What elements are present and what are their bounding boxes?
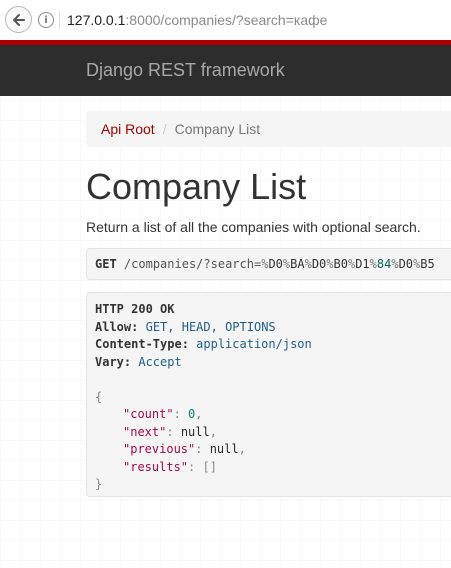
json-close-brace: } bbox=[95, 477, 103, 491]
request-path: /companies/ bbox=[123, 257, 204, 271]
json-comma: , bbox=[238, 442, 246, 456]
request-info: GET /companies/?search=%D0%BA%D0%B0%D1%8… bbox=[86, 248, 451, 280]
json-colon: : bbox=[173, 407, 189, 421]
address-field[interactable]: 127.0.0.1:8000/companies/?search=кафе bbox=[67, 12, 327, 28]
json-colon: : bbox=[195, 442, 210, 456]
url-path: :8000/companies/?search=кафе bbox=[125, 12, 328, 28]
header-value: GET, HEAD, OPTIONS bbox=[145, 319, 276, 334]
json-colon: : bbox=[188, 459, 203, 474]
percent-sign: % bbox=[391, 257, 399, 271]
breadcrumb-current: Company List bbox=[174, 121, 261, 137]
header-value: application/json bbox=[196, 337, 312, 351]
json-key: "next" bbox=[123, 424, 167, 439]
arrow-left-icon bbox=[12, 13, 25, 26]
hex-byte: B0 bbox=[333, 257, 348, 271]
json-key: "previous" bbox=[123, 442, 196, 456]
json-value: null bbox=[209, 442, 239, 456]
json-field-count: "count": 0, bbox=[95, 406, 451, 424]
breadcrumb: Api Root / Company List bbox=[86, 111, 451, 147]
json-comma: , bbox=[209, 424, 217, 439]
navbar: Django REST framework bbox=[0, 40, 451, 96]
request-encoded: %D0%BA%D0%B0%D1%84%D0%B5 bbox=[261, 257, 435, 271]
hex-byte: D1 bbox=[355, 257, 370, 271]
hex-byte: D0 bbox=[311, 257, 327, 271]
json-key: "results" bbox=[123, 459, 189, 474]
back-button[interactable] bbox=[5, 6, 32, 33]
json-field-previous: "previous": null, bbox=[95, 441, 451, 459]
header-name: Allow: bbox=[95, 319, 139, 334]
hex-byte: D0 bbox=[268, 257, 283, 271]
request-method: GET bbox=[95, 257, 117, 271]
json-key: "count" bbox=[123, 407, 174, 421]
json-value: null bbox=[180, 424, 210, 439]
hex-byte: 84 bbox=[376, 257, 392, 271]
json-comma: , bbox=[195, 407, 203, 421]
response-header-allow: Allow: GET, HEAD, OPTIONS bbox=[95, 319, 451, 337]
percent-sign: % bbox=[326, 257, 334, 271]
percent-sign: % bbox=[304, 257, 312, 271]
header-name: Content-Type: bbox=[95, 337, 189, 351]
json-field-results: "results": [] bbox=[95, 459, 451, 477]
breadcrumb-separator: / bbox=[162, 121, 167, 137]
page-description: Return a list of all the companies with … bbox=[86, 219, 421, 235]
response-status: HTTP 200 OK bbox=[95, 302, 175, 316]
breadcrumb-api-root[interactable]: Api Root bbox=[101, 121, 155, 137]
hex-byte: BA bbox=[290, 257, 305, 271]
percent-sign: % bbox=[369, 257, 377, 271]
url-divider bbox=[59, 11, 60, 29]
json-value: [] bbox=[202, 459, 217, 474]
json-open-brace: { bbox=[95, 389, 103, 404]
request-query-start: ?search= bbox=[203, 257, 262, 271]
page-title: Company List bbox=[86, 166, 307, 207]
header-value: Accept bbox=[138, 354, 182, 369]
json-field-next: "next": null, bbox=[95, 424, 451, 442]
hex-byte: B5 bbox=[420, 257, 435, 271]
url-host: 127.0.0.1 bbox=[67, 12, 126, 28]
header-name: Vary: bbox=[95, 354, 132, 369]
json-colon: : bbox=[166, 424, 181, 439]
response-header-content-type: Content-Type: application/json bbox=[95, 336, 451, 354]
info-icon[interactable]: i bbox=[38, 12, 54, 28]
hex-byte: D0 bbox=[398, 257, 414, 271]
response-info: HTTP 200 OK Allow: GET, HEAD, OPTIONS Co… bbox=[86, 292, 451, 497]
response-header-vary: Vary: Accept bbox=[95, 354, 451, 372]
brand-link[interactable]: Django REST framework bbox=[86, 60, 285, 81]
browser-url-bar: i 127.0.0.1:8000/companies/?search=кафе bbox=[0, 0, 451, 40]
